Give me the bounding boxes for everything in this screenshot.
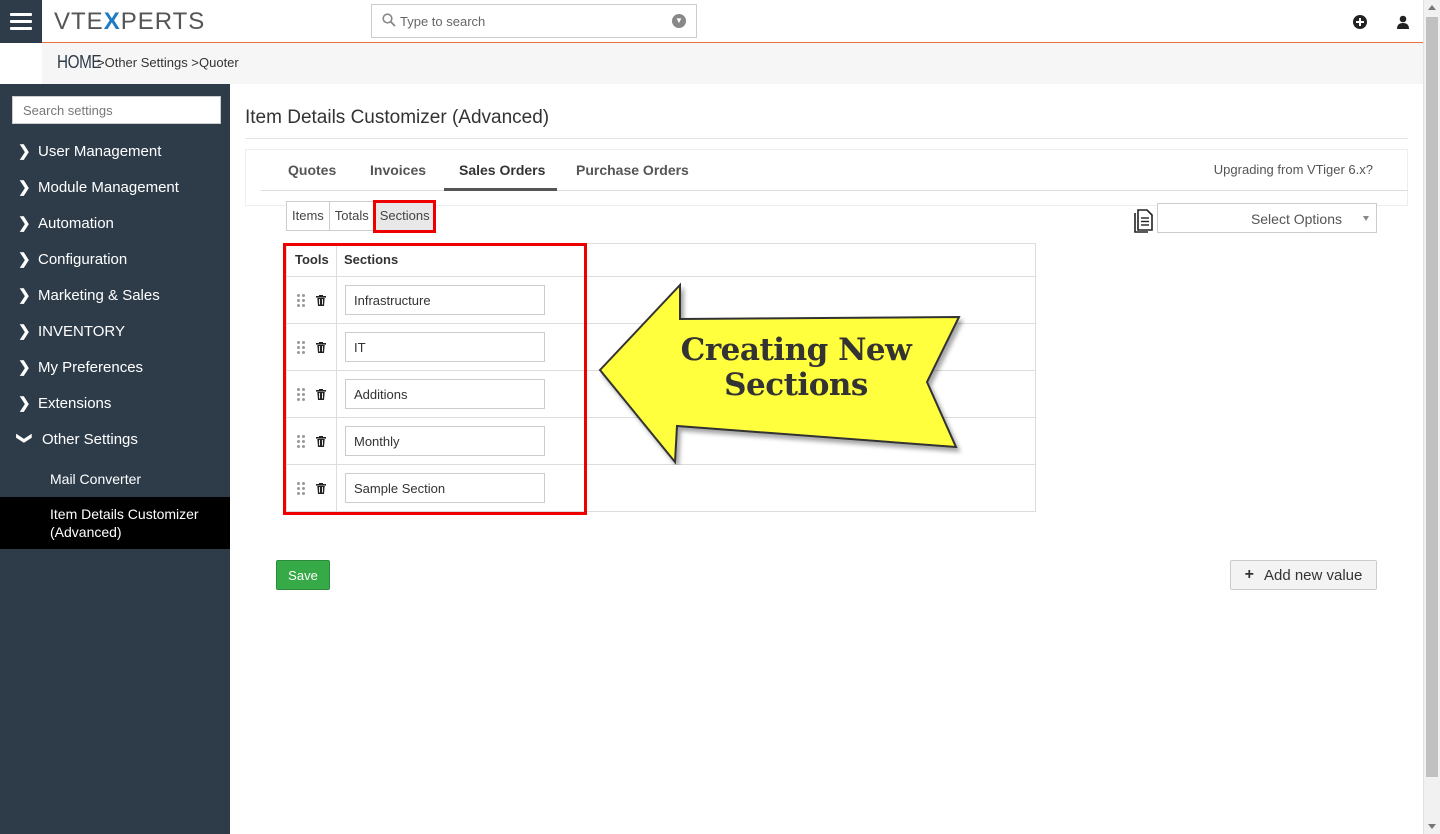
chevron-right-icon: ❯ — [18, 287, 31, 304]
chevron-right-icon: ❯ — [18, 395, 31, 412]
global-search[interactable]: ▼ — [371, 4, 697, 38]
sidebar: ❯User Management ❯Module Management ❯Aut… — [0, 84, 230, 834]
chevron-right-icon: ❯ — [18, 251, 31, 268]
breadcrumb-other-settings[interactable]: >Other Settings > — [97, 55, 199, 70]
highlight-box — [283, 243, 587, 515]
chevron-down-icon[interactable]: ▼ — [672, 14, 686, 28]
sidebar-item-extensions[interactable]: ❯ Extensions — [18, 392, 111, 414]
breadcrumb: HOME >Other Settings > Quoter — [42, 43, 1423, 84]
breadcrumb-quoter[interactable]: Quoter — [199, 55, 239, 70]
save-button[interactable]: Save — [276, 560, 330, 590]
chevron-down-icon: ❯ — [16, 432, 33, 445]
active-tab-indicator — [444, 188, 557, 191]
page-title: Item Details Customizer (Advanced) — [245, 107, 550, 128]
document-icon[interactable] — [1134, 209, 1154, 233]
highlight-box — [373, 200, 436, 233]
breadcrumb-home[interactable]: HOME — [57, 52, 102, 73]
sidebar-item-user-management[interactable]: ❯ User Management — [18, 140, 161, 162]
sidebar-item-other-settings[interactable]: ❯ Other Settings — [16, 428, 138, 450]
add-icon[interactable] — [1352, 14, 1368, 30]
scroll-up-icon[interactable] — [1428, 5, 1436, 10]
caret-down-icon — [1363, 216, 1369, 221]
divider — [245, 138, 1408, 139]
menu-icon[interactable] — [0, 0, 42, 43]
tab-purchase-orders[interactable]: Purchase Orders — [576, 162, 689, 178]
select-options-dropdown[interactable]: Select Options — [1157, 203, 1377, 233]
page-scrollbar[interactable] — [1423, 0, 1440, 834]
user-icon[interactable] — [1395, 14, 1411, 30]
tab-invoices[interactable]: Invoices — [370, 162, 426, 178]
sidebar-item-automation[interactable]: ❯ Automation — [18, 212, 114, 234]
logo[interactable]: VTEXPERTS — [54, 8, 205, 36]
chevron-right-icon: ❯ — [18, 179, 31, 196]
sidebar-item-configuration[interactable]: ❯ Configuration — [18, 248, 127, 270]
subtab-totals[interactable]: Totals — [328, 201, 375, 231]
plus-icon: + — [1244, 566, 1254, 583]
sidebar-item-marketing-sales[interactable]: ❯ Marketing & Sales — [18, 284, 160, 306]
upgrade-link[interactable]: Upgrading from VTiger 6.x? — [1214, 162, 1373, 177]
sidebar-subitem-mail-converter[interactable]: Mail Converter — [50, 471, 141, 487]
chevron-right-icon: ❯ — [18, 359, 31, 376]
sidebar-item-inventory[interactable]: ❯ INVENTORY — [18, 320, 125, 342]
sidebar-subitem-item-details-customizer[interactable]: Item Details Customizer (Advanced) — [0, 497, 230, 549]
scroll-down-icon[interactable] — [1428, 824, 1436, 829]
tab-quotes[interactable]: Quotes — [288, 162, 336, 178]
annotation-text: Creating New Sections — [680, 332, 912, 403]
divider — [261, 190, 1408, 191]
chevron-right-icon: ❯ — [18, 323, 31, 340]
scrollbar-thumb[interactable] — [1426, 17, 1438, 777]
settings-search[interactable] — [12, 96, 221, 124]
chevron-right-icon: ❯ — [18, 215, 31, 232]
module-tabs: Quotes Invoices Sales Orders Purchase Or… — [245, 149, 1408, 206]
subtab-items[interactable]: Items — [286, 201, 330, 231]
top-bar: VTEXPERTS ▼ — [0, 0, 1423, 43]
search-input[interactable] — [400, 11, 660, 31]
settings-search-input[interactable] — [13, 97, 220, 123]
chevron-right-icon: ❯ — [18, 143, 31, 160]
tab-sales-orders[interactable]: Sales Orders — [459, 162, 545, 178]
add-new-value-button[interactable]: + Add new value — [1230, 560, 1377, 590]
search-icon — [382, 13, 396, 27]
sidebar-item-module-management[interactable]: ❯ Module Management — [18, 176, 179, 198]
sidebar-item-my-preferences[interactable]: ❯ My Preferences — [18, 356, 143, 378]
